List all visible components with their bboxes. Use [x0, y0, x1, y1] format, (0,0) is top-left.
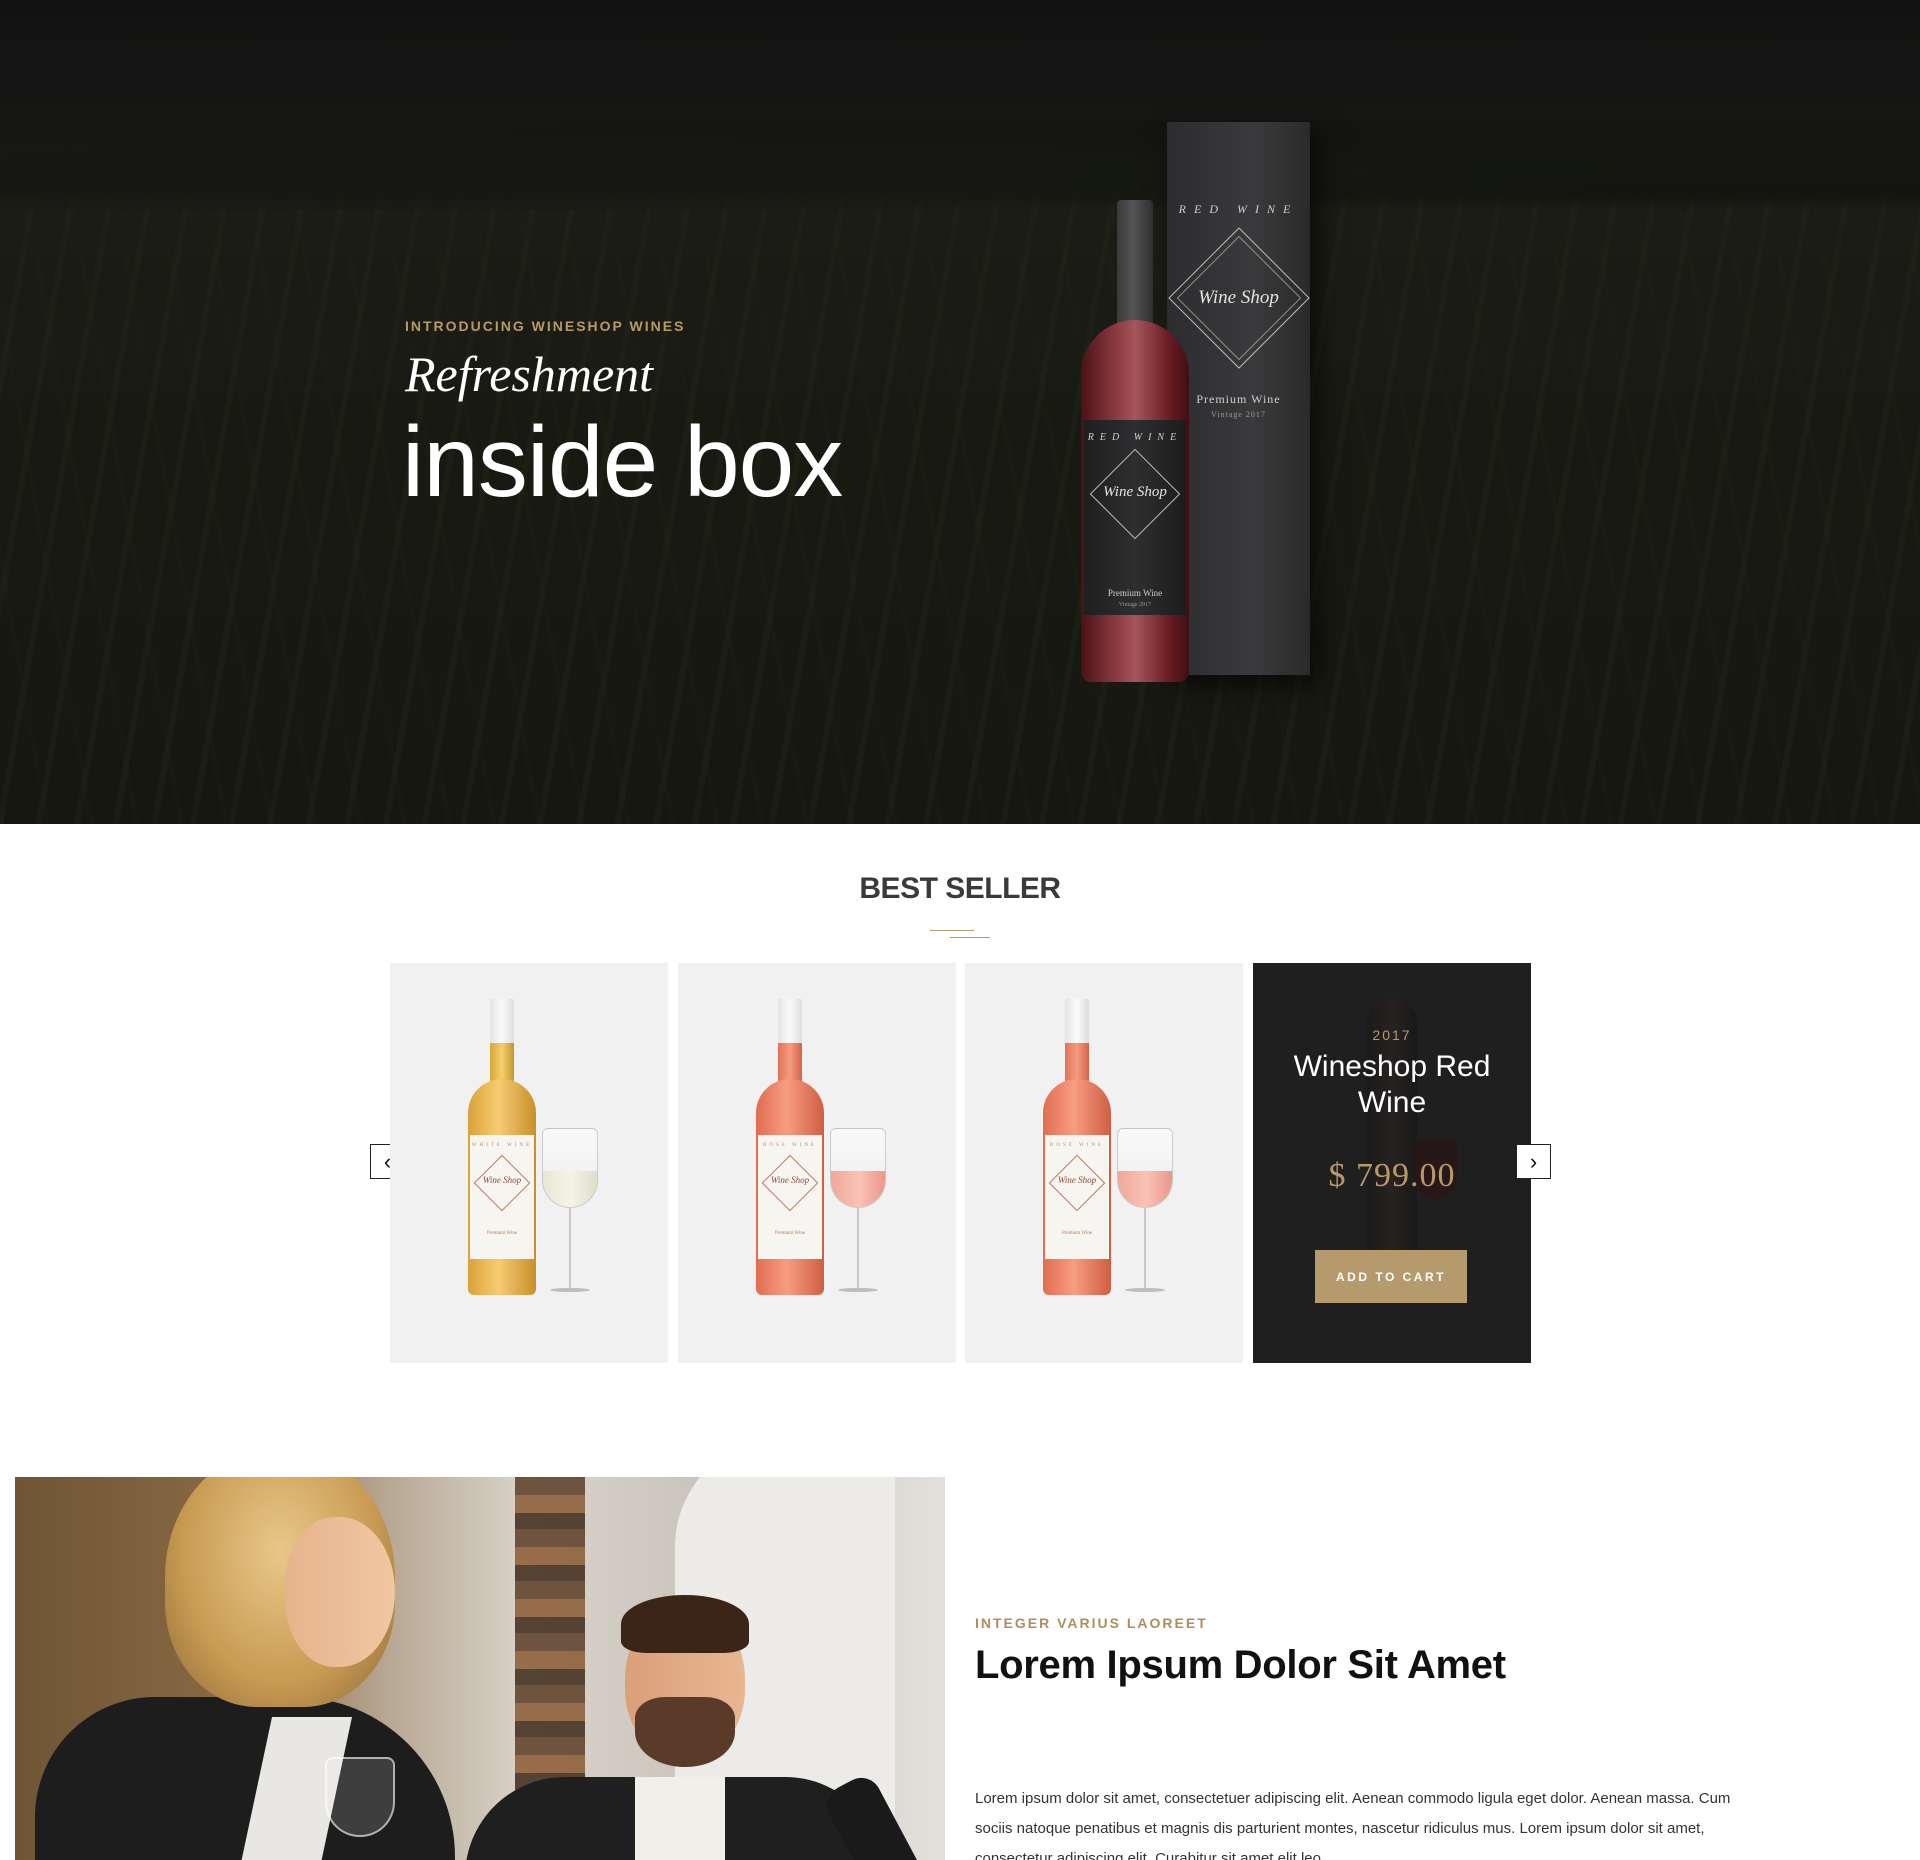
slider-next-button[interactable]: ›	[1516, 1144, 1551, 1179]
title-divider	[930, 930, 974, 931]
bottle-cap	[778, 999, 802, 1043]
glass-foot	[838, 1288, 878, 1292]
label-premium: Premium Wine	[486, 1231, 518, 1236]
glass-bowl	[542, 1128, 598, 1208]
featured-product-card[interactable]: 2017 Wineshop Red Wine $ 799.00 ADD TO C…	[1253, 963, 1531, 1363]
bottle-label: ROSE WINE Wine Shop Premium Wine	[758, 1135, 822, 1259]
photo-man-beard	[635, 1697, 735, 1767]
label-premium: Premium Wine	[774, 1231, 806, 1236]
glass-bowl	[1117, 1128, 1173, 1208]
sommelier-photo	[15, 1477, 945, 1860]
product-card[interactable]: WHITE WINE Wine Shop Premium Wine	[390, 963, 668, 1363]
hero-title: inside box	[402, 406, 843, 518]
bottle-label: RED WINE Wine Shop Premium Wine Vintage …	[1084, 420, 1186, 615]
label-top-text: ROSE WINE	[763, 1143, 817, 1148]
product-bottle-image: ROSE WINE Wine Shop Premium Wine	[1043, 999, 1111, 1295]
bottle-label-top: RED WINE	[1087, 432, 1183, 443]
best-seller-title: BEST SELLER	[859, 872, 1061, 905]
glass-stem	[569, 1208, 571, 1290]
glass-foot	[550, 1288, 590, 1292]
bottle-cap	[490, 999, 514, 1043]
about-kicker: INTEGER VARIUS LAOREET	[975, 1615, 1208, 1631]
wine-glass-image	[1115, 1128, 1175, 1298]
bottle-capsule	[1117, 200, 1153, 340]
bottle-cap	[1065, 999, 1089, 1043]
product-bottle-image: WHITE WINE Wine Shop Premium Wine	[468, 999, 536, 1295]
about-title: Lorem Ipsum Dolor Sit Amet	[975, 1643, 1506, 1687]
label-top-text: ROSE WINE	[1050, 1143, 1104, 1148]
product-card[interactable]: ROSE WINE Wine Shop Premium Wine	[965, 963, 1243, 1363]
photo-wine-glass	[325, 1757, 395, 1837]
bottle-brand: Wine Shop	[1103, 484, 1167, 500]
product-name: Wineshop Red Wine	[1293, 1050, 1491, 1119]
about-paragraph: Lorem ipsum dolor sit amet, consectetuer…	[975, 1790, 1731, 1860]
photo-man-shirt	[635, 1777, 725, 1860]
hero-kicker: INTRODUCING WINESHOP WINES	[405, 318, 686, 334]
bottle-premium: Premium Wine	[1107, 588, 1163, 598]
chevron-right-icon: ›	[1529, 1148, 1538, 1174]
label-top-text: WHITE WINE	[471, 1143, 533, 1148]
photo-woman-face	[285, 1517, 395, 1667]
title-divider	[950, 937, 990, 938]
bottle-vintage: Vintage 2017	[1118, 602, 1152, 608]
bottle-label: ROSE WINE Wine Shop Premium Wine	[1045, 1135, 1109, 1259]
glass-wine	[543, 1171, 597, 1207]
label-brand: Wine Shop	[770, 1175, 810, 1185]
hero-section: INTRODUCING WINESHOP WINES Refreshment i…	[0, 0, 1920, 824]
glass-wine	[1118, 1171, 1172, 1207]
wine-glass-image	[828, 1128, 888, 1298]
glass-stem	[857, 1208, 859, 1290]
glass-stem	[1144, 1208, 1146, 1290]
product-year: 2017	[1372, 1027, 1412, 1043]
product-price: $ 799.00	[1328, 1157, 1456, 1194]
glass-wine	[831, 1171, 885, 1207]
product-card[interactable]: ROSE WINE Wine Shop Premium Wine	[678, 963, 956, 1363]
hero-overlay	[0, 0, 1920, 824]
hero-title-italic: Refreshment	[405, 346, 654, 402]
label-brand: Wine Shop	[1057, 1175, 1097, 1185]
label-premium: Premium Wine	[1061, 1231, 1093, 1236]
product-bottle-image: ROSE WINE Wine Shop Premium Wine	[756, 999, 824, 1295]
bottle-label: WHITE WINE Wine Shop Premium Wine	[470, 1135, 534, 1259]
add-to-cart-button[interactable]: ADD TO CART	[1315, 1250, 1467, 1303]
photo-man-hair	[621, 1595, 749, 1653]
wine-glass-image	[540, 1128, 600, 1298]
glass-foot	[1125, 1288, 1165, 1292]
glass-bowl	[830, 1128, 886, 1208]
label-brand: Wine Shop	[482, 1175, 522, 1185]
product-bottle: RED WINE Wine Shop Premium Wine Vintage …	[1081, 200, 1189, 690]
